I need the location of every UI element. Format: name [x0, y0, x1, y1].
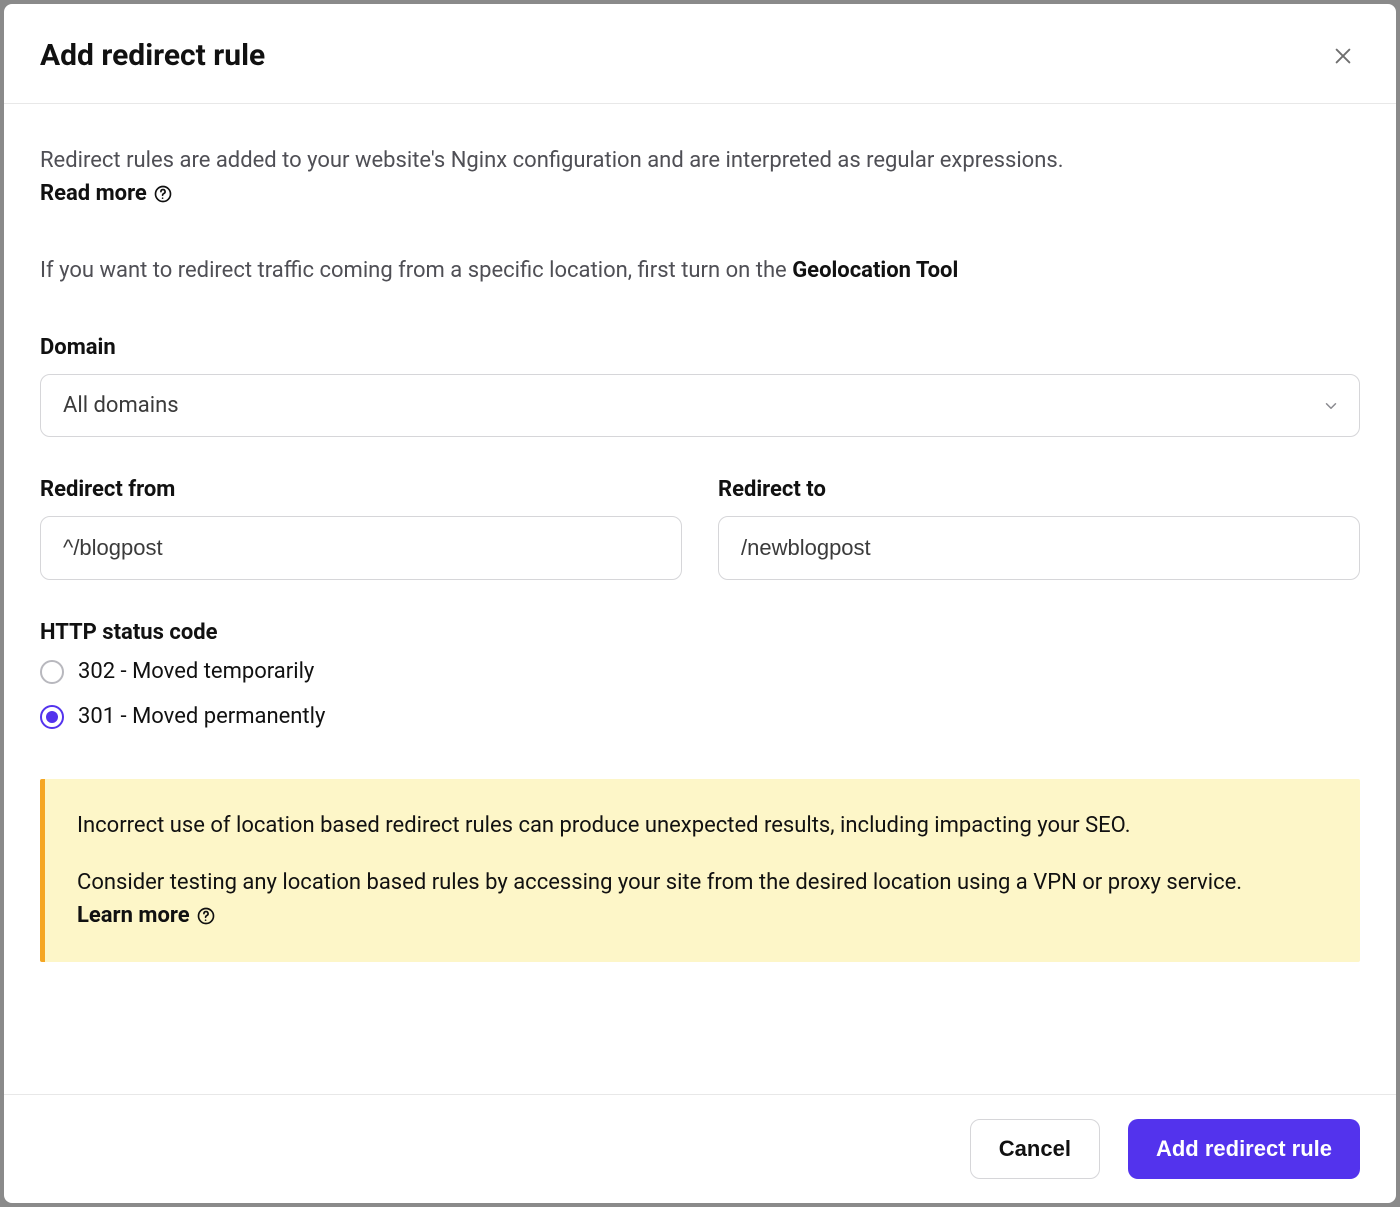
redirect-from-label: Redirect from — [40, 477, 682, 502]
submit-button[interactable]: Add redirect rule — [1128, 1119, 1360, 1179]
geolocation-hint: If you want to redirect traffic coming f… — [40, 258, 1360, 283]
question-circle-icon — [153, 184, 173, 204]
learn-more-link[interactable]: Learn more — [77, 899, 216, 932]
radio-icon — [40, 705, 64, 729]
modal-header: Add redirect rule — [4, 4, 1396, 104]
http-status-code-group: HTTP status code 302 - Moved temporarily… — [40, 620, 1360, 729]
domain-select[interactable]: All domains — [40, 374, 1360, 437]
redirect-from-input[interactable] — [40, 516, 682, 580]
close-button[interactable] — [1326, 39, 1360, 73]
warning-line-1: Incorrect use of location based redirect… — [77, 809, 1330, 842]
radio-label: 302 - Moved temporarily — [78, 659, 314, 684]
warning-line-2: Consider testing any location based rule… — [77, 866, 1330, 932]
radio-icon — [40, 660, 64, 684]
status-302-radio[interactable]: 302 - Moved temporarily — [40, 659, 1360, 684]
domain-field: Domain All domains — [40, 335, 1360, 437]
redirect-to-field: Redirect to — [718, 477, 1360, 580]
modal-title: Add redirect rule — [40, 38, 265, 73]
add-redirect-rule-modal: Add redirect rule Redirect rules are add… — [4, 4, 1396, 1203]
modal-body: Redirect rules are added to your website… — [4, 104, 1396, 1094]
radio-label: 301 - Moved permanently — [78, 704, 325, 729]
status-301-radio[interactable]: 301 - Moved permanently — [40, 704, 1360, 729]
redirect-to-input[interactable] — [718, 516, 1360, 580]
http-status-code-label: HTTP status code — [40, 620, 1360, 645]
domain-label: Domain — [40, 335, 1360, 360]
read-more-label: Read more — [40, 181, 147, 206]
geolocation-prefix: If you want to redirect traffic coming f… — [40, 258, 792, 283]
redirect-from-field: Redirect from — [40, 477, 682, 580]
modal-footer: Cancel Add redirect rule — [4, 1094, 1396, 1203]
intro-text: Redirect rules are added to your website… — [40, 144, 1360, 177]
geolocation-tool-link[interactable]: Geolocation Tool — [792, 258, 958, 283]
redirect-paths-row: Redirect from Redirect to — [40, 477, 1360, 580]
cancel-button[interactable]: Cancel — [970, 1119, 1100, 1179]
close-icon — [1332, 45, 1354, 67]
redirect-to-label: Redirect to — [718, 477, 1360, 502]
read-more-link[interactable]: Read more — [40, 181, 173, 206]
warning-banner: Incorrect use of location based redirect… — [40, 779, 1360, 962]
question-circle-icon — [196, 906, 216, 926]
